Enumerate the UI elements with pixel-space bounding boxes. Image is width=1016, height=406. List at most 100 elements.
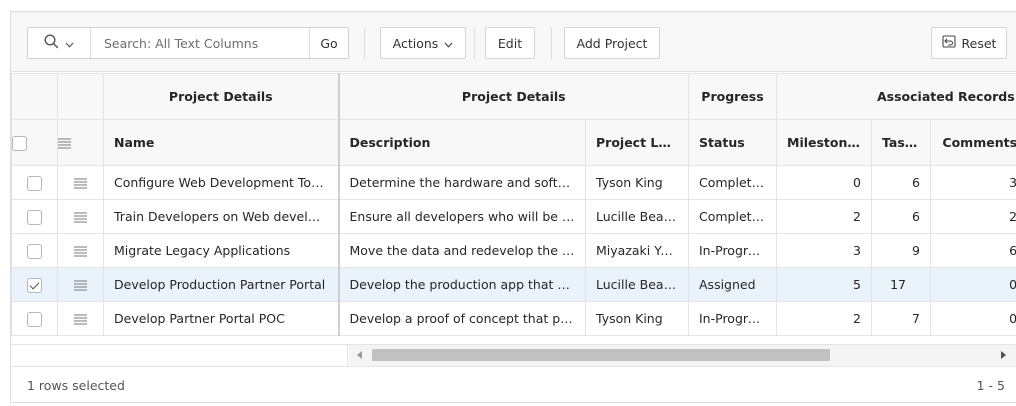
search-bar: Go: [27, 27, 349, 59]
cell-status[interactable]: Completed: [688, 199, 777, 234]
table-row[interactable]: Migrate Legacy Applications Move the dat…: [11, 233, 1016, 268]
cell-tasks[interactable]: 6: [871, 165, 931, 200]
selection-status: 1 rows selected: [27, 378, 125, 393]
row-select-cell[interactable]: [11, 301, 58, 336]
group-header-project-details: Project Details: [103, 73, 339, 120]
cell-comments[interactable]: 0: [929, 301, 1016, 336]
row-menu-icon[interactable]: [74, 280, 87, 291]
cell-description[interactable]: Ensure all developers who will be d...: [337, 199, 586, 234]
toolbar-divider: [551, 27, 552, 59]
cell-tasks[interactable]: 9: [871, 233, 931, 268]
row-select-cell[interactable]: [11, 233, 58, 268]
row-actions-cell[interactable]: [57, 267, 104, 302]
cell-name[interactable]: Migrate Legacy Applications: [103, 233, 339, 268]
row-checkbox[interactable]: [27, 175, 42, 191]
row-checkbox[interactable]: [27, 243, 42, 259]
cell-project-lead[interactable]: Tyson King: [585, 165, 689, 200]
cell-project-lead[interactable]: Lucille Beatie: [585, 199, 689, 234]
search-column-selector[interactable]: [28, 28, 91, 58]
go-button[interactable]: Go: [309, 28, 348, 58]
column-header-project-lead[interactable]: Project Lead: [585, 119, 689, 166]
row-actions-cell[interactable]: [57, 301, 104, 336]
row-checkbox[interactable]: [27, 311, 42, 327]
row-actions-cell[interactable]: [57, 165, 104, 200]
row-select-cell[interactable]: [11, 165, 58, 200]
cell-comments[interactable]: 6: [929, 233, 1016, 268]
cell-comments[interactable]: 3: [929, 165, 1016, 200]
column-header-description[interactable]: Description: [337, 119, 586, 166]
row-menu-icon[interactable]: [74, 178, 87, 189]
add-project-button[interactable]: Add Project: [564, 27, 660, 59]
cell-project-lead[interactable]: Lucille Beatie: [585, 267, 689, 302]
cell-description[interactable]: Move the data and redevelop the a...: [337, 233, 586, 268]
toolbar-divider: [474, 27, 475, 59]
cell-status[interactable]: Assigned: [688, 267, 777, 302]
column-header-name[interactable]: Name: [103, 119, 339, 166]
cell-name[interactable]: Configure Web Development Too...: [103, 165, 339, 200]
column-header-comments[interactable]: Comments: [929, 119, 1016, 166]
group-header-project-details: Project Details: [337, 73, 689, 120]
cell-milestones[interactable]: 3: [776, 233, 872, 268]
cell-tasks[interactable]: 17: [871, 267, 931, 302]
column-header-status[interactable]: Status: [688, 119, 777, 166]
chevron-down-icon: [65, 36, 74, 51]
actions-label: Actions: [392, 35, 439, 51]
select-all-cell[interactable]: [11, 119, 58, 166]
cell-status[interactable]: In-Progress: [688, 233, 777, 268]
group-header-spacer: [57, 73, 104, 120]
table-row[interactable]: Develop Partner Portal POC Develop a pro…: [11, 301, 1016, 336]
row-menu-icon[interactable]: [74, 246, 87, 257]
row-menu-icon[interactable]: [74, 314, 87, 325]
row-actions-cell[interactable]: [57, 233, 104, 268]
cell-status[interactable]: Completed: [688, 165, 777, 200]
actions-menu-button[interactable]: Actions: [380, 27, 466, 59]
reset-icon: [941, 35, 956, 51]
toolbar-divider: [364, 27, 365, 59]
column-header-tasks[interactable]: Tasks: [871, 119, 931, 166]
table-row-selected[interactable]: Develop Production Partner Portal Develo…: [11, 267, 1016, 302]
cell-milestones[interactable]: 2: [776, 199, 872, 234]
interactive-grid: Go Actions Edit Add Project Reset: [10, 11, 1016, 403]
grid-footer: 1 rows selected 1 - 5: [11, 366, 1016, 402]
cell-project-lead[interactable]: Tyson King: [585, 301, 689, 336]
scroll-left-arrow-icon[interactable]: [357, 351, 362, 359]
cell-comments[interactable]: 2: [929, 199, 1016, 234]
row-menu-icon[interactable]: [74, 212, 87, 223]
cell-name[interactable]: Develop Partner Portal POC: [103, 301, 339, 336]
table-row[interactable]: Configure Web Development Too... Determi…: [11, 165, 1016, 200]
cell-project-lead[interactable]: Miyazaki Yo...: [585, 233, 689, 268]
group-header-progress: Progress: [688, 73, 777, 120]
row-checkbox[interactable]: [27, 209, 42, 225]
cell-milestones[interactable]: 2: [776, 301, 872, 336]
cell-tasks[interactable]: 7: [871, 301, 931, 336]
row-menu-icon: [58, 138, 71, 149]
horizontal-scrollbar[interactable]: [11, 344, 1016, 366]
scroll-right-arrow-icon[interactable]: [1001, 351, 1006, 359]
scrollbar-frozen-area: [11, 345, 348, 366]
row-checkbox-checked[interactable]: [27, 277, 42, 293]
cell-milestones[interactable]: 5: [776, 267, 872, 302]
group-header-row: Project Details Project Details Progress…: [11, 73, 1016, 120]
table-row[interactable]: Train Developers on Web develop... Ensur…: [11, 199, 1016, 234]
cell-comments[interactable]: 0: [929, 267, 1016, 302]
cell-description[interactable]: Develop the production app that pa...: [337, 267, 586, 302]
scrollbar-thumb[interactable]: [372, 349, 830, 361]
edit-button[interactable]: Edit: [485, 27, 535, 59]
select-all-checkbox[interactable]: [12, 135, 27, 151]
cell-name[interactable]: Develop Production Partner Portal: [103, 267, 339, 302]
row-select-cell[interactable]: [11, 199, 58, 234]
reset-button[interactable]: Reset: [931, 27, 1007, 59]
column-header-milestones[interactable]: Milestones: [776, 119, 872, 166]
column-header-row: Name Description Project Lead Status Mil…: [11, 119, 1016, 166]
row-select-cell[interactable]: [11, 267, 58, 302]
row-actions-cell[interactable]: [57, 199, 104, 234]
data-grid: Project Details Project Details Progress…: [11, 73, 1016, 336]
cell-tasks[interactable]: 6: [871, 199, 931, 234]
search-icon: [44, 34, 59, 52]
cell-status[interactable]: In-Progress: [688, 301, 777, 336]
search-input[interactable]: [92, 28, 308, 58]
cell-name[interactable]: Train Developers on Web develop...: [103, 199, 339, 234]
cell-milestones[interactable]: 0: [776, 165, 872, 200]
cell-description[interactable]: Develop a proof of concept that par...: [337, 301, 586, 336]
cell-description[interactable]: Determine the hardware and softwa...: [337, 165, 586, 200]
